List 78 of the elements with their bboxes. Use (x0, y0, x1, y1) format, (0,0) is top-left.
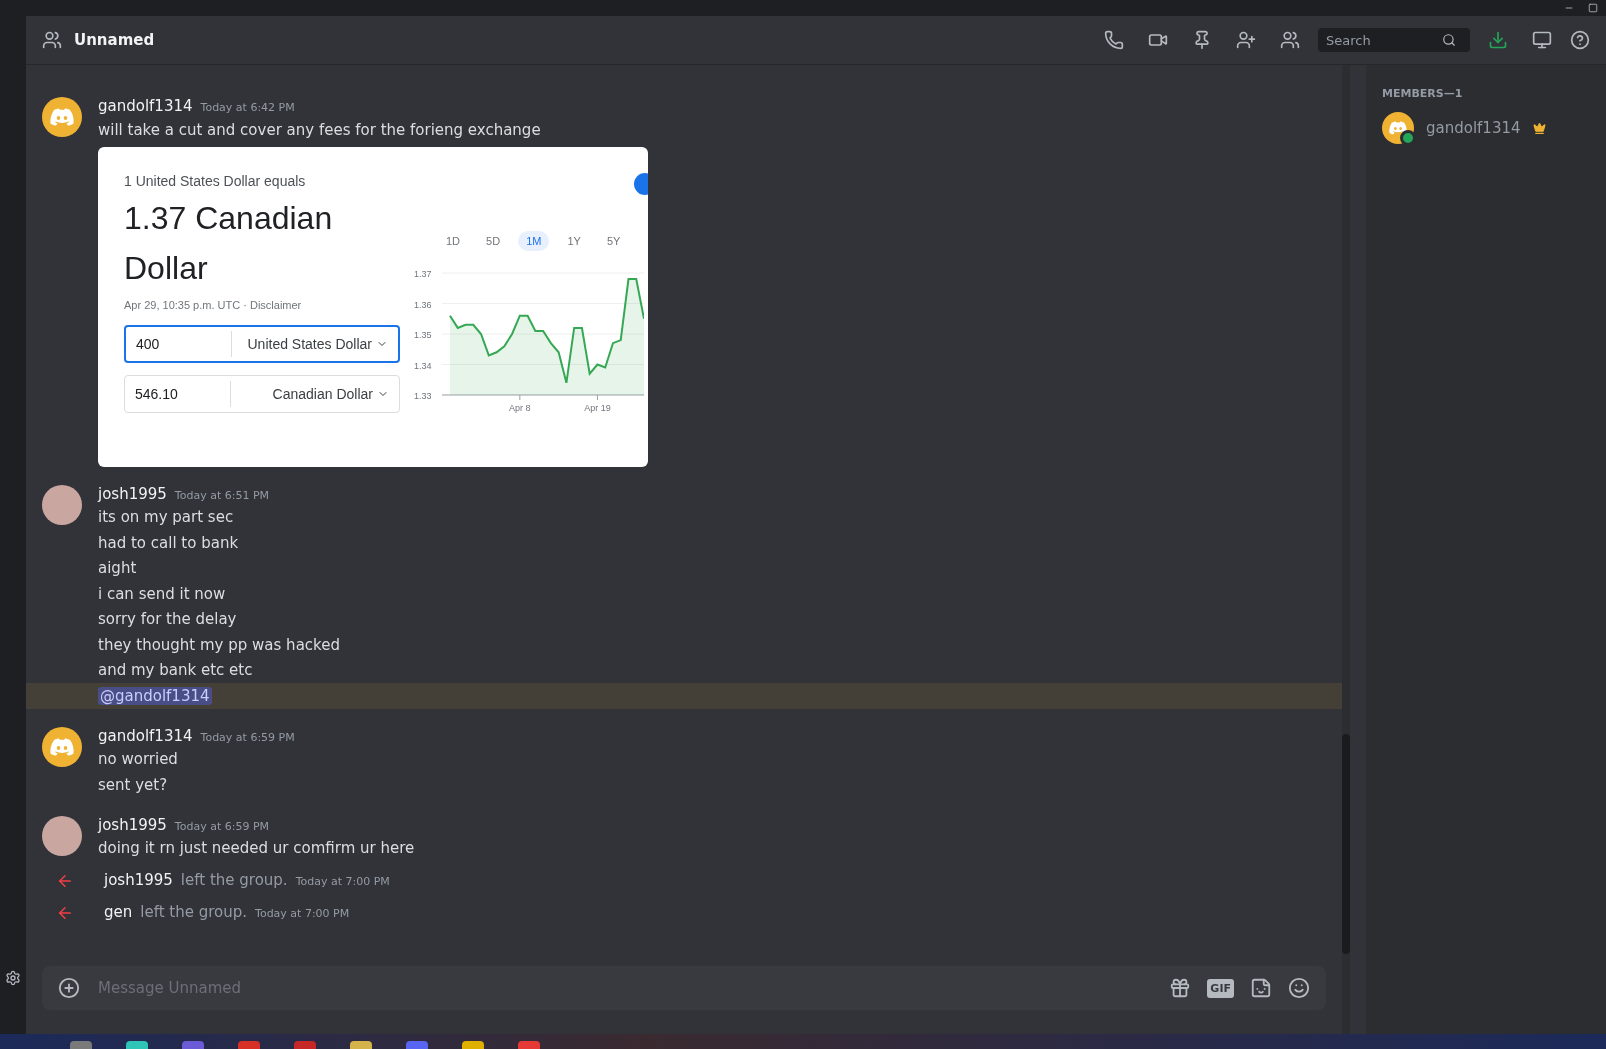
author-name[interactable]: gandolf1314 (98, 726, 193, 745)
message-time: Today at 6:51 PM (174, 488, 270, 502)
system-text: left the group. (140, 903, 248, 921)
message-text: and my bank etc etc (98, 661, 253, 680)
range-tab[interactable]: 1Y (559, 230, 589, 251)
members-icon[interactable] (1280, 30, 1300, 50)
emoji-icon[interactable] (1288, 977, 1310, 999)
message-input[interactable]: Message Unnamed (96, 978, 1154, 998)
amount-field[interactable]: 400 United States Dollar (124, 324, 400, 363)
message-text: sent yet? (98, 775, 168, 794)
message-text: i can send it now (98, 584, 226, 603)
scrollbar-thumb[interactable] (1342, 734, 1350, 954)
author-name[interactable]: josh1995 (98, 815, 167, 834)
help-icon[interactable] (1570, 30, 1590, 50)
author-name[interactable]: gen (104, 903, 133, 921)
channel-title: Unnamed (74, 31, 156, 49)
message-text: no worried (98, 750, 178, 769)
sticker-icon[interactable] (1250, 977, 1272, 999)
member-name[interactable]: gandolf1314 (1426, 119, 1521, 137)
gift-icon[interactable] (1169, 977, 1192, 999)
converter-timestamp: Apr 29, 10:35 p.m. UTC · Disclaimer (124, 298, 303, 311)
message-text: its on my part sec (98, 508, 234, 527)
avatar-photo-placeholder[interactable] (42, 815, 82, 856)
avatar-logo[interactable] (42, 726, 82, 767)
download-icon[interactable] (1488, 30, 1508, 50)
group-icon (42, 30, 62, 50)
add-user-icon[interactable] (1236, 30, 1256, 50)
avatar-logo[interactable] (1382, 112, 1414, 144)
author-name[interactable]: josh1995 (98, 484, 167, 503)
taskbar-app-icon[interactable] (462, 1041, 484, 1049)
axis-tick-label: 1.35 (414, 329, 432, 340)
search-box[interactable]: Search (1318, 28, 1470, 52)
message-time: Today at 6:42 PM (200, 101, 295, 114)
search-field[interactable]: Search (1324, 31, 1438, 49)
controller-face-icon (50, 108, 74, 126)
message-time: Today at 7:00 PM (295, 875, 390, 888)
converter-subtitle: 1 United States Dollar equals (124, 172, 307, 189)
author-name[interactable]: josh1995 (104, 871, 173, 889)
axis-tick-label: Apr 19 (584, 402, 611, 413)
message-text: sorry for the delay (98, 610, 237, 629)
message-text: they thought my pp was hacked (98, 635, 340, 654)
message-time: Today at 6:59 PM (174, 819, 270, 833)
message-composer[interactable]: Message Unnamed GIF (42, 966, 1326, 1010)
taskbar-app-icon[interactable] (350, 1041, 372, 1049)
axis-tick-label: 1.37 (414, 268, 432, 279)
axis-tick-label: Apr 8 (509, 402, 531, 413)
settings-icon[interactable] (5, 970, 21, 986)
range-tab[interactable]: 1D (438, 230, 469, 251)
plus-circle-icon[interactable] (58, 977, 80, 999)
axis-tick-label: 1.36 (414, 299, 432, 309)
monitor-icon[interactable] (1532, 30, 1552, 50)
message-text: doing it rn just needed ur comfirm ur here (98, 839, 415, 858)
taskbar-app-icon[interactable] (126, 1041, 148, 1049)
message-text: aight (98, 559, 137, 578)
range-tab[interactable]: 1M (518, 230, 550, 251)
pin-icon[interactable] (1192, 30, 1212, 50)
converter-headline: 1.37 Canadian Dollar (124, 198, 334, 288)
gif-button[interactable]: GIF (1207, 978, 1234, 998)
phone-icon[interactable] (1104, 30, 1124, 50)
message-time: Today at 6:59 PM (200, 730, 295, 744)
avatar-photo-placeholder[interactable] (42, 484, 82, 525)
members-heading: MEMBERS—1 (1381, 87, 1464, 100)
search-icon (1442, 33, 1456, 47)
axis-tick-label: 1.34 (414, 360, 432, 370)
message-text: had to call to bank (98, 533, 239, 552)
message-time: Today at 7:00 PM (255, 907, 350, 920)
system-text: left the group. (180, 871, 288, 889)
avatar-logo[interactable] (42, 97, 82, 137)
controller-face-icon (1389, 121, 1407, 135)
message-text: will take a cut and cover any fees for the forieng exchange (98, 120, 541, 139)
controller-face-icon (50, 737, 74, 756)
range-tab[interactable]: 5D (478, 230, 509, 251)
axis-tick-label: 1.33 (414, 390, 432, 401)
author-name[interactable]: gandolf1314 (98, 97, 193, 115)
maximize-icon[interactable] (1588, 3, 1598, 13)
amount-field[interactable]: 546.10 Canadian Dollar (124, 374, 400, 413)
range-tab[interactable]: 5Y (598, 230, 629, 251)
user-mention[interactable]: @gandolf1314 (98, 686, 212, 705)
